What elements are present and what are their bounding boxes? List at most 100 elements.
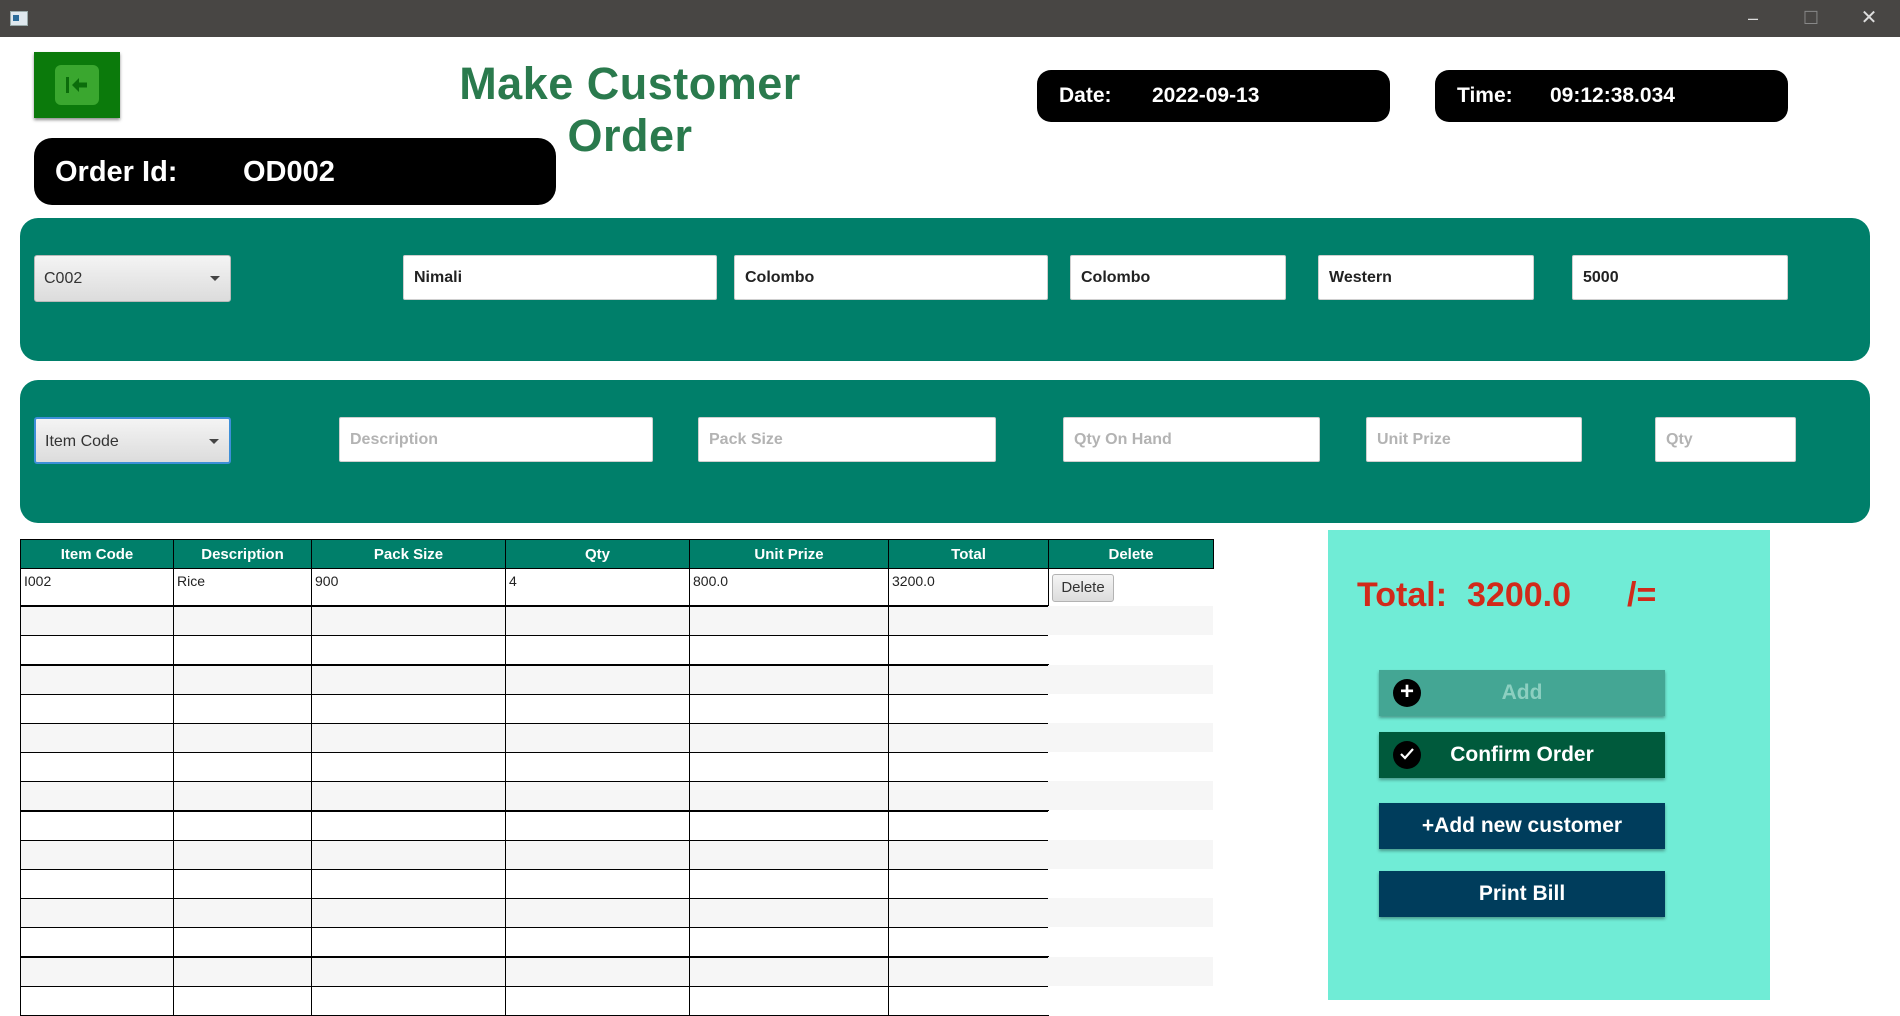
table-cell-pack-size[interactable] <box>311 694 506 724</box>
back-button[interactable] <box>34 52 120 118</box>
table-cell-pack-size[interactable] <box>311 840 506 870</box>
table-cell-qty[interactable] <box>505 811 690 841</box>
table-cell-qty[interactable] <box>505 898 690 928</box>
col-header-item-code[interactable]: Item Code <box>20 539 174 569</box>
table-cell-description[interactable] <box>173 927 312 957</box>
table-cell-total[interactable] <box>888 898 1049 928</box>
table-cell-pack-size[interactable] <box>311 635 506 665</box>
table-cell-total[interactable] <box>888 752 1049 782</box>
table-cell-qty[interactable] <box>505 927 690 957</box>
table-cell-item-code[interactable] <box>20 606 174 636</box>
table-cell-qty[interactable] <box>505 694 690 724</box>
customer-province-field[interactable]: Western <box>1318 255 1534 300</box>
table-cell-total[interactable] <box>888 635 1049 665</box>
table-cell-pack-size[interactable] <box>311 723 506 753</box>
table-cell-qty[interactable] <box>505 840 690 870</box>
add-new-customer-button[interactable]: +Add new customer <box>1379 803 1665 849</box>
table-cell-item-code[interactable] <box>20 957 174 987</box>
table-cell-description[interactable] <box>173 898 312 928</box>
table-cell-description[interactable] <box>173 665 312 695</box>
customer-postal-code-field[interactable]: 5000 <box>1572 255 1788 300</box>
table-cell-description[interactable] <box>173 840 312 870</box>
table-cell-pack-size[interactable] <box>311 606 506 636</box>
table-cell-item-code[interactable] <box>20 723 174 753</box>
table-cell-item-code[interactable] <box>20 840 174 870</box>
confirm-order-button[interactable]: Confirm Order <box>1379 732 1665 778</box>
print-bill-button[interactable]: Print Bill <box>1379 871 1665 917</box>
table-cell-qty[interactable] <box>505 723 690 753</box>
table-cell-description[interactable] <box>173 752 312 782</box>
table-cell-unit-prize[interactable] <box>689 811 889 841</box>
col-header-unit-prize[interactable]: Unit Prize <box>689 539 889 569</box>
customer-city-field[interactable]: Colombo <box>1070 255 1286 300</box>
table-cell-total[interactable] <box>888 665 1049 695</box>
table-cell-pack-size[interactable] <box>311 811 506 841</box>
table-cell-unit-prize[interactable] <box>689 781 889 811</box>
col-header-description[interactable]: Description <box>173 539 312 569</box>
table-cell-unit-prize[interactable] <box>689 752 889 782</box>
add-button[interactable]: + Add <box>1379 670 1665 716</box>
col-header-qty[interactable]: Qty <box>505 539 690 569</box>
maximize-button[interactable]: ☐ <box>1782 0 1840 37</box>
table-cell-total[interactable] <box>888 927 1049 957</box>
table-cell-pack-size[interactable] <box>311 986 506 1016</box>
table-cell-unit-prize[interactable]: 800.0 <box>689 568 889 606</box>
table-cell-unit-prize[interactable] <box>689 694 889 724</box>
table-cell-total[interactable] <box>888 606 1049 636</box>
table-cell-unit-prize[interactable] <box>689 840 889 870</box>
table-cell-item-code[interactable] <box>20 752 174 782</box>
table-cell-description[interactable] <box>173 723 312 753</box>
table-cell-item-code[interactable] <box>20 694 174 724</box>
col-header-pack-size[interactable]: Pack Size <box>311 539 506 569</box>
table-cell-item-code[interactable] <box>20 986 174 1016</box>
table-cell-qty[interactable] <box>505 606 690 636</box>
table-cell-qty[interactable] <box>505 665 690 695</box>
table-cell-item-code[interactable] <box>20 665 174 695</box>
table-cell-total[interactable] <box>888 811 1049 841</box>
table-cell-unit-prize[interactable] <box>689 898 889 928</box>
table-cell-total[interactable] <box>888 840 1049 870</box>
table-cell-total[interactable]: 3200.0 <box>888 568 1049 606</box>
table-cell-pack-size[interactable] <box>311 898 506 928</box>
table-cell-pack-size[interactable] <box>311 781 506 811</box>
table-cell-description[interactable] <box>173 957 312 987</box>
table-cell-description[interactable] <box>173 869 312 899</box>
table-cell-item-code[interactable] <box>20 811 174 841</box>
table-cell-qty[interactable] <box>505 869 690 899</box>
item-qty-on-hand-field[interactable]: Qty On Hand <box>1063 417 1320 462</box>
table-cell-total[interactable] <box>888 869 1049 899</box>
table-cell-unit-prize[interactable] <box>689 723 889 753</box>
table-cell-qty[interactable]: 4 <box>505 568 690 606</box>
table-cell-item-code[interactable]: I002 <box>20 568 174 606</box>
table-cell-description[interactable] <box>173 694 312 724</box>
table-cell-qty[interactable] <box>505 986 690 1016</box>
table-cell-unit-prize[interactable] <box>689 665 889 695</box>
table-cell-total[interactable] <box>888 723 1049 753</box>
table-cell-qty[interactable] <box>505 752 690 782</box>
customer-name-field[interactable]: Nimali <box>403 255 717 300</box>
table-cell-unit-prize[interactable] <box>689 606 889 636</box>
close-button[interactable]: ✕ <box>1840 0 1898 37</box>
table-cell-description[interactable]: Rice <box>173 568 312 606</box>
table-cell-unit-prize[interactable] <box>689 986 889 1016</box>
table-cell-pack-size[interactable]: 900 <box>311 568 506 606</box>
table-cell-unit-prize[interactable] <box>689 869 889 899</box>
table-cell-pack-size[interactable] <box>311 869 506 899</box>
table-cell-qty[interactable] <box>505 635 690 665</box>
table-cell-description[interactable] <box>173 781 312 811</box>
table-cell-pack-size[interactable] <box>311 957 506 987</box>
table-cell-total[interactable] <box>888 694 1049 724</box>
item-qty-field[interactable]: Qty <box>1655 417 1796 462</box>
item-code-combo[interactable]: Item Code <box>34 417 231 464</box>
col-header-total[interactable]: Total <box>888 539 1049 569</box>
table-cell-qty[interactable] <box>505 957 690 987</box>
customer-address-field[interactable]: Colombo <box>734 255 1048 300</box>
item-unit-prize-field[interactable]: Unit Prize <box>1366 417 1582 462</box>
table-cell-unit-prize[interactable] <box>689 635 889 665</box>
delete-row-button[interactable]: Delete <box>1052 574 1114 602</box>
table-cell-unit-prize[interactable] <box>689 927 889 957</box>
table-cell-item-code[interactable] <box>20 869 174 899</box>
table-cell-total[interactable] <box>888 781 1049 811</box>
table-cell-total[interactable] <box>888 957 1049 987</box>
minimize-button[interactable]: – <box>1724 0 1782 37</box>
